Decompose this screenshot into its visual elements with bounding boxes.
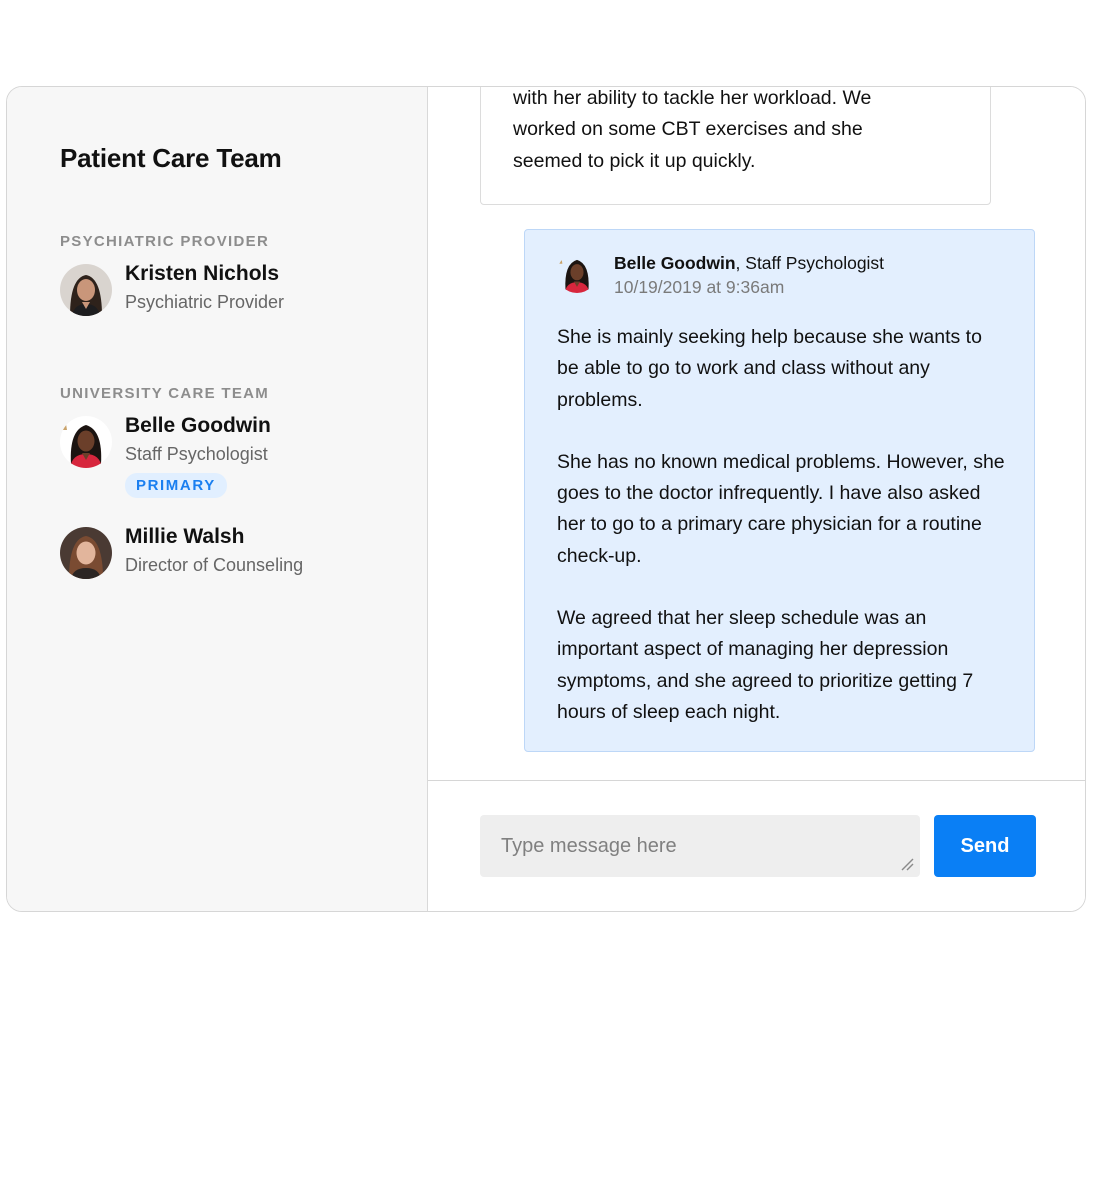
message-paragraph: She has no known medical problems. Howev…: [557, 450, 1005, 567]
message-author-line: Belle Goodwin, Staff Psychologist: [614, 252, 884, 274]
member-role: Psychiatric Provider: [125, 292, 285, 312]
send-button[interactable]: Send: [934, 815, 1036, 877]
member-info: Millie Walsh Director of Counseling: [125, 525, 304, 576]
member-name: Millie Walsh: [125, 525, 245, 548]
member-info: Kristen Nichols Psychiatric Provider: [125, 262, 285, 313]
team-member-kristen-nichols[interactable]: Kristen Nichols Psychiatric Provider: [60, 263, 284, 316]
member-role: Staff Psychologist: [125, 444, 268, 464]
avatar: [557, 253, 597, 293]
primary-badge: PRIMARY: [125, 473, 227, 498]
message-bubble: Belle Goodwin, Staff Psychologist 10/19/…: [524, 229, 1035, 752]
member-name: Belle Goodwin: [125, 414, 271, 437]
message-author: Belle Goodwin: [614, 253, 736, 273]
section-label-university-care-team: UNIVERSITY CARE TEAM: [60, 385, 270, 402]
team-member-belle-goodwin[interactable]: Belle Goodwin Staff Psychologist PRIMARY: [60, 415, 271, 498]
message-body: She is mainly seeking help because she w…: [557, 322, 1007, 728]
sidebar-title: Patient Care Team: [60, 143, 282, 173]
message-paragraph: We agreed that her sleep schedule was an…: [557, 607, 974, 723]
member-role: Director of Counseling: [125, 555, 304, 575]
care-team-card: Patient Care Team PSYCHIATRIC PROVIDER K…: [6, 86, 1086, 912]
previous-message-bubble: with her ability to tackle her workload.…: [480, 87, 991, 205]
avatar: [60, 416, 112, 468]
avatar: [60, 527, 112, 579]
message-author-title: , Staff Psychologist: [735, 253, 885, 273]
conversation-panel: with her ability to tackle her workload.…: [428, 87, 1085, 911]
message-input-placeholder: Type message here: [501, 834, 677, 857]
member-name: Kristen Nichols: [125, 262, 280, 285]
message-composer: Type message here Send: [428, 780, 1085, 911]
previous-message-text: with her ability to tackle her workload.…: [513, 87, 872, 172]
care-team-sidebar: Patient Care Team PSYCHIATRIC PROVIDER K…: [7, 87, 428, 911]
team-member-millie-walsh[interactable]: Millie Walsh Director of Counseling: [60, 526, 303, 579]
message-header: Belle Goodwin, Staff Psychologist 10/19/…: [557, 252, 1034, 298]
avatar: [60, 264, 112, 316]
message-timestamp: 10/19/2019 at 9:36am: [614, 277, 785, 297]
resize-handle-icon[interactable]: [900, 857, 914, 871]
message-paragraph: She is mainly seeking help because she w…: [557, 326, 982, 411]
section-label-psychiatric-provider: PSYCHIATRIC PROVIDER: [60, 233, 270, 250]
message-input[interactable]: Type message here: [480, 815, 920, 877]
member-info: Belle Goodwin Staff Psychologist PRIMARY: [125, 415, 271, 498]
message-meta: Belle Goodwin, Staff Psychologist 10/19/…: [614, 252, 884, 298]
